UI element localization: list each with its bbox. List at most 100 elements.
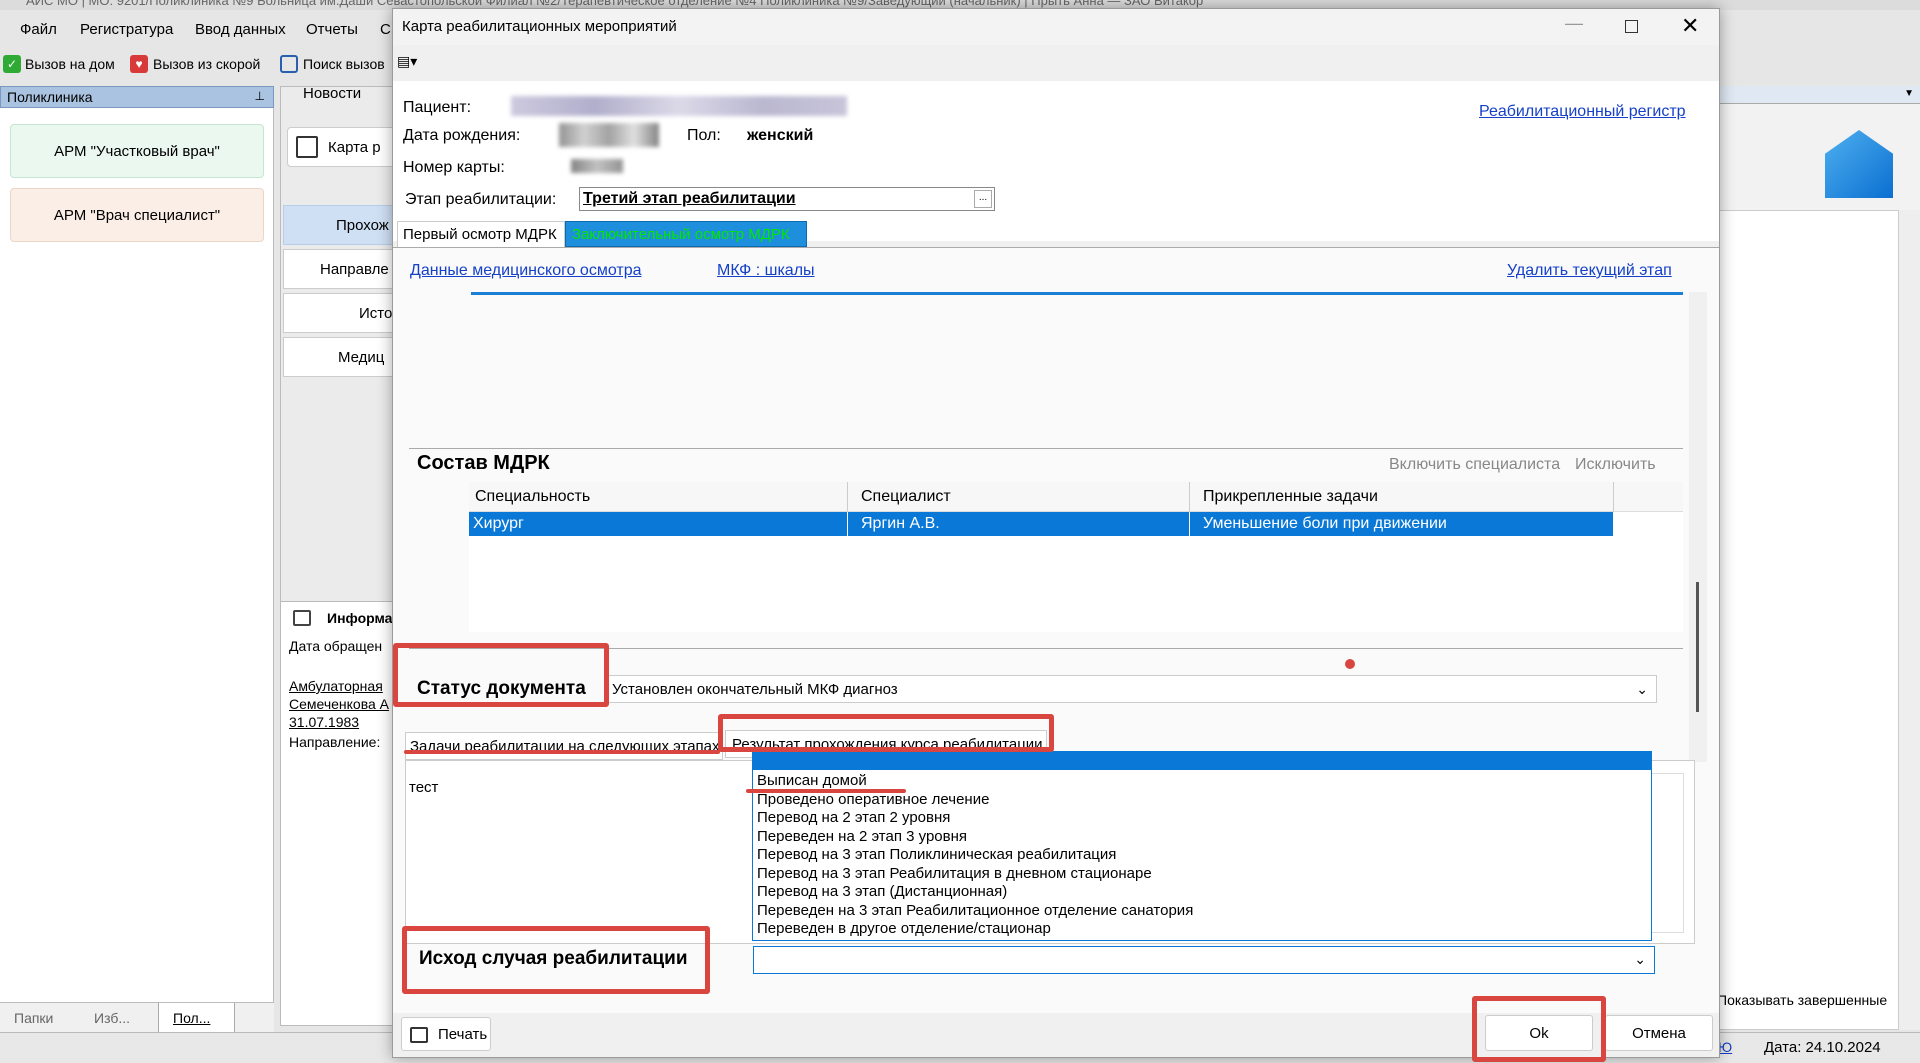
pin-icon[interactable]: ⊥ [255, 89, 265, 103]
col-tasks[interactable]: Прикрепленные задачи [1203, 488, 1378, 506]
delete-stage-link[interactable]: Удалить текущий этап [1507, 262, 1672, 280]
mid-nav-label: Направле [320, 261, 389, 278]
maximize-icon[interactable] [1625, 20, 1638, 33]
chevron-down-icon[interactable]: ⌄ [1634, 951, 1646, 968]
card-icon [296, 136, 318, 158]
minimize-icon[interactable]: — [1565, 13, 1583, 34]
exclude-specialist-button[interactable]: Исключить [1575, 456, 1656, 474]
tab-first-exam-label: Первый осмотр МДРК [403, 226, 557, 243]
upper-grid-header [471, 292, 1683, 295]
tab-final-exam[interactable]: Заключительный осмотр МДРК [565, 221, 807, 247]
dropdown-option[interactable]: Переведен в другое отделение/стационар [753, 920, 1651, 939]
mdrk-header-row: Специальность Специалист Прикрепленные з… [469, 482, 1683, 512]
highlight-ok-button [1472, 996, 1606, 1062]
cell-tasks: Уменьшение боли при движении [1203, 515, 1447, 532]
stage-picker-button[interactable]: ... [974, 190, 992, 208]
status-link[interactable]: Ю [1718, 1039, 1732, 1055]
menu-registry[interactable]: Регистратура [80, 21, 173, 38]
underline-discharged-home [746, 789, 906, 793]
tab-first-exam[interactable]: Первый осмотр МДРК [397, 221, 565, 247]
card-button[interactable]: Карта р [287, 127, 397, 167]
info-line: Дата обращен [289, 638, 383, 654]
dropdown-option[interactable]: Перевод на 3 этап Реабилитация в дневном… [753, 865, 1651, 884]
tasks-text[interactable]: тест [409, 779, 438, 796]
menu-more[interactable]: С [380, 21, 391, 38]
middle-panel: Новости Карта р Прохож Направле Исто Мед… [280, 85, 398, 1026]
left-bottom-tabs: Папки Изб... Пол... [0, 1002, 274, 1033]
mid-nav-item-3[interactable]: Медиц [283, 337, 398, 377]
stage-value: Третий этап реабилитации [583, 190, 796, 207]
dropdown-option[interactable]: Перевод на 3 этап (Дистанционная) [753, 883, 1651, 902]
ambulance-call-icon: ♥ [130, 55, 148, 73]
patient-label: Пациент: [403, 99, 472, 116]
content-scrollbar[interactable] [1689, 292, 1707, 762]
arm-specialist-label: АРМ "Врач специалист" [53, 206, 221, 224]
outcome-select[interactable]: ⌄ [753, 946, 1655, 974]
subtab-next-tasks[interactable]: Задачи реабилитации на следующих этапах [405, 732, 723, 760]
col-divider [1189, 482, 1190, 512]
col-specialty[interactable]: Специальность [475, 488, 590, 506]
status-value: Установлен окончательный МКФ диагноз [612, 681, 898, 698]
right-scrollbar[interactable] [1899, 210, 1920, 1030]
dropdown-option[interactable]: Переведен на 3 этап Реабилитационное отд… [753, 902, 1651, 921]
include-specialist-button[interactable]: Включить специалиста [1389, 456, 1560, 474]
scrollbar-thumb[interactable] [1696, 582, 1699, 712]
toolbar: ✓ Вызов на дом ♥ Вызов из скорой Поиск в… [0, 52, 400, 76]
toolbar-search-call[interactable]: Поиск вызов [303, 56, 385, 72]
mid-nav-item-2[interactable]: Исто [283, 293, 398, 333]
col-divider [847, 482, 848, 512]
highlight-status-label [393, 643, 609, 707]
highlight-outcome-label [402, 926, 710, 994]
app-title: АИС МО | МО: 9201/Поликлиника №9 Больниц… [26, 0, 1204, 8]
print-button[interactable]: Печать [401, 1017, 491, 1051]
col-specialist[interactable]: Специалист [861, 488, 951, 506]
dialog-menu-icon[interactable]: ▤▾ [397, 53, 421, 73]
left-panel-header: Поликлиника ⊥ [0, 86, 274, 108]
mkf-scales-link[interactable]: МКФ : шкалы [717, 262, 815, 280]
close-icon[interactable]: ✕ [1681, 13, 1699, 39]
printer-icon [410, 1027, 428, 1043]
dropdown-option[interactable]: Проведено оперативное лечение [753, 791, 1651, 810]
table-row[interactable]: Хирург Яргин А.В. Уменьшение боли при дв… [469, 512, 1613, 536]
tab-folders[interactable]: Папки [14, 1010, 53, 1026]
arm-specialist-button[interactable]: АРМ "Врач специалист" [10, 188, 264, 242]
toolbar-ambulance-call[interactable]: Вызов из скорой [153, 56, 260, 72]
cell-specialty: Хирург [473, 515, 524, 532]
tab-final-exam-label: Заключительный осмотр МДРК [572, 226, 790, 243]
info-line: Направление: [289, 734, 381, 750]
dropdown-arrow-icon[interactable]: ▼ [1904, 88, 1914, 99]
mid-nav-item-0[interactable]: Прохож [283, 205, 398, 245]
dropdown-option[interactable]: Перевод на 2 этап 2 уровня [753, 809, 1651, 828]
status-select[interactable]: Установлен окончательный МКФ диагноз ⌄ [605, 675, 1657, 703]
info-link[interactable]: 31.07.1983 [289, 714, 359, 730]
medical-exam-link[interactable]: Данные медицинского осмотра [410, 262, 641, 280]
highlight-course-result-tab [718, 714, 1054, 752]
rehab-registry-link[interactable]: Реабилитационный регистр [1479, 103, 1686, 121]
menu-data-entry[interactable]: Ввод данных [195, 21, 286, 38]
dropdown-option[interactable]: Выписан домой [753, 772, 1651, 791]
stage-label: Этап реабилитации: [405, 191, 557, 208]
mid-nav-item-1[interactable]: Направле [283, 249, 398, 289]
card-label: Номер карты: [403, 159, 505, 176]
info-link[interactable]: Амбулаторная [289, 678, 383, 694]
dropdown-option-empty[interactable] [753, 752, 1651, 770]
show-completed-checkbox[interactable]: Показывать завершенные [1717, 992, 1887, 1008]
info-link[interactable]: Семеченкова А [289, 696, 389, 712]
right-panel: ▼ Показывать завершенные [1717, 86, 1920, 1030]
dropdown-option[interactable]: Перевод на 3 этап Поликлиническая реабил… [753, 846, 1651, 865]
menu-file[interactable]: Файл [20, 21, 57, 38]
toolbar-home-call[interactable]: Вызов на дом [25, 56, 115, 72]
stage-field[interactable]: Третий этап реабилитации ... [579, 187, 995, 211]
dropdown-option[interactable]: Переведен на 2 этап 3 уровня [753, 828, 1651, 847]
cancel-button[interactable]: Отмена [1605, 1015, 1713, 1051]
tab-favorites[interactable]: Изб... [94, 1010, 130, 1026]
menu-reports[interactable]: Отчеты [306, 21, 358, 38]
arm-local-doctor-button[interactable]: АРМ "Участковый врач" [10, 124, 264, 178]
tab-polyclinic[interactable]: Пол... [158, 1003, 236, 1033]
chevron-down-icon[interactable]: ⌄ [1636, 681, 1648, 698]
dialog-title-bar: Карта реабилитационных мероприятий — ✕ [393, 9, 1719, 45]
separator [409, 448, 1683, 449]
dialog-title: Карта реабилитационных мероприятий [402, 18, 677, 35]
mail-icon[interactable] [1825, 130, 1893, 198]
tab-news[interactable]: Новости [303, 85, 361, 102]
